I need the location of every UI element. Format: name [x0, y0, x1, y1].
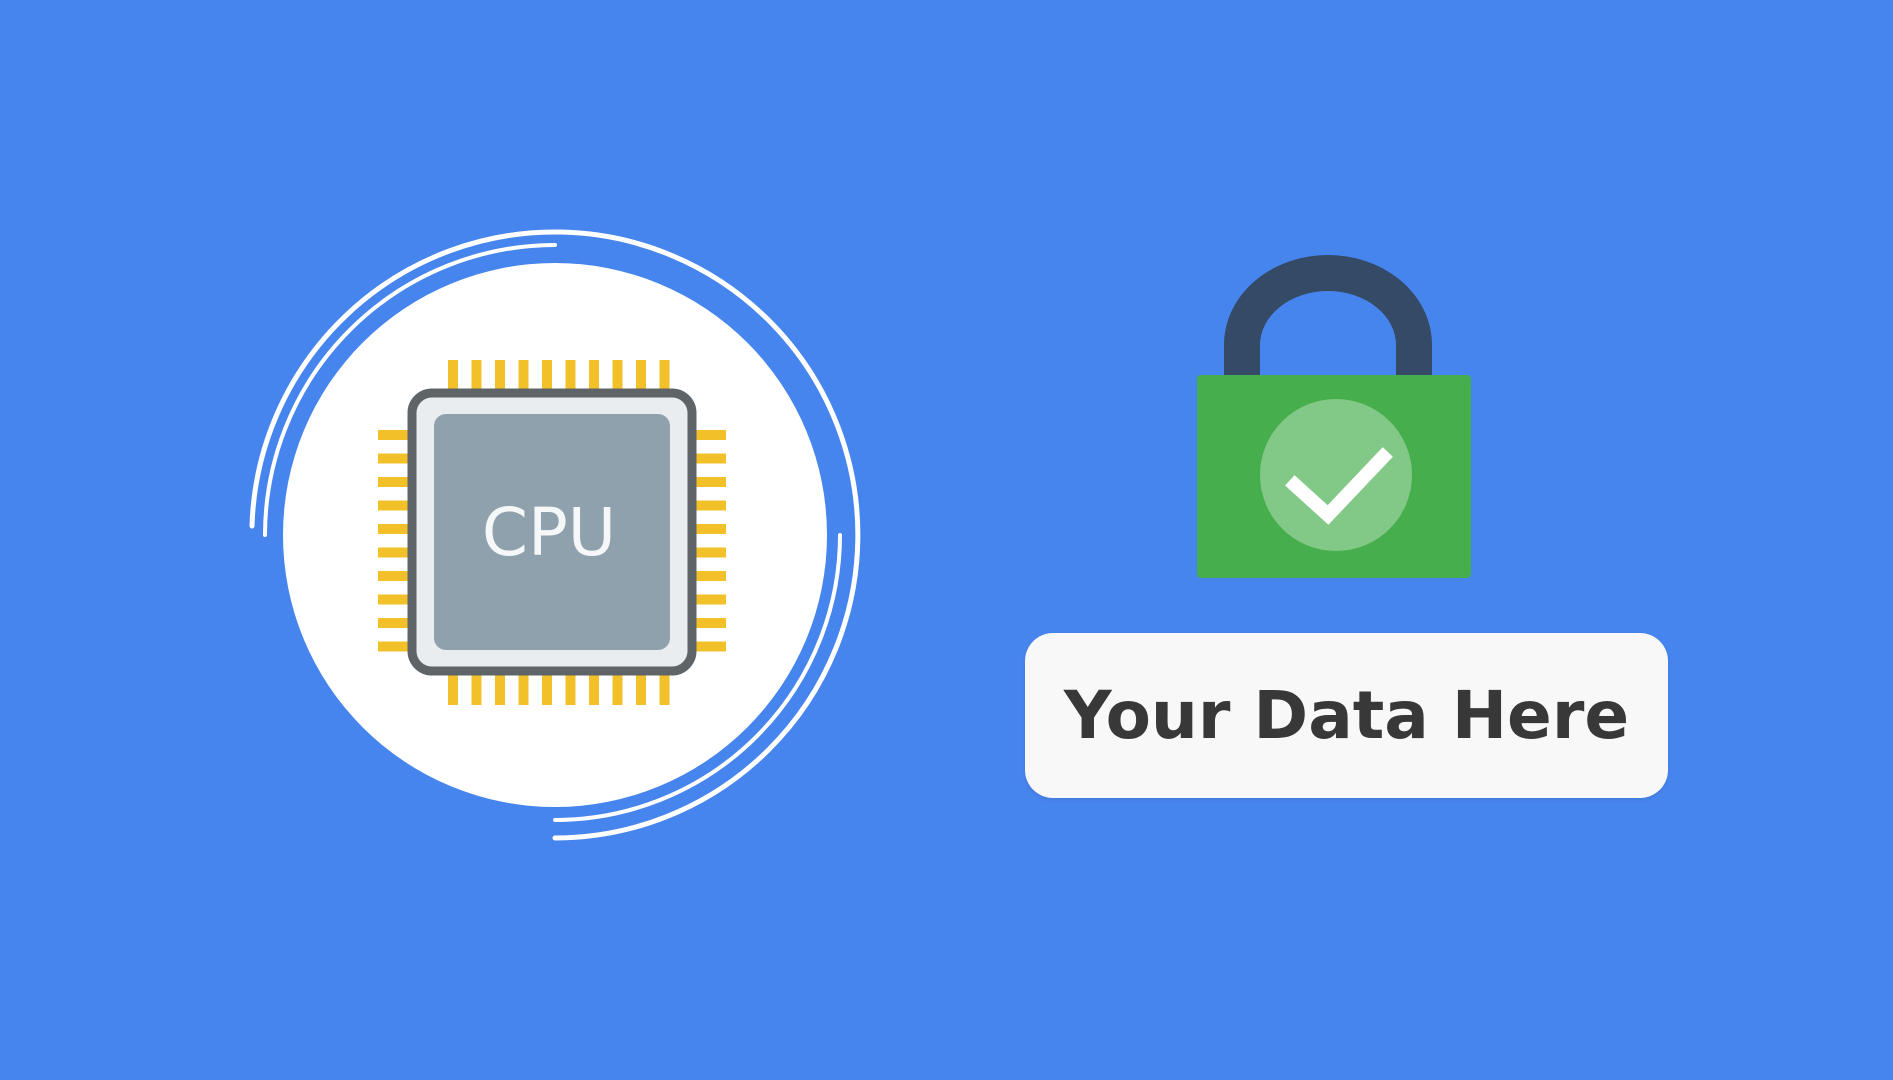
- cpu-pin-bottom: [495, 671, 505, 705]
- cpu-pin-left: [378, 477, 412, 487]
- cpu-pin-left: [378, 547, 412, 558]
- cpu-pin-right: [692, 571, 726, 581]
- padlock-icon: [1197, 255, 1471, 578]
- cpu-pin-bottom: [518, 671, 529, 705]
- cpu-pin-left: [378, 430, 412, 440]
- cpu-pin-left: [378, 524, 412, 534]
- cpu-chip-icon: CPU: [407, 388, 697, 676]
- cpu-pin-bottom: [636, 671, 646, 705]
- cpu-pin-bottom: [659, 671, 670, 705]
- cpu-pin-left: [378, 594, 412, 605]
- cpu-pin-right: [692, 594, 726, 605]
- data-label-box: Your Data Here: [1025, 633, 1668, 798]
- cpu-pin-bottom: [565, 671, 576, 705]
- cpu-pin-right: [692, 500, 726, 511]
- cpu-pin-right: [692, 524, 726, 534]
- cpu-pin-bottom: [471, 671, 482, 705]
- scene: CPU Your Data Here: [0, 0, 1893, 1080]
- cpu-pin-bottom: [542, 671, 552, 705]
- cpu-pin-bottom: [448, 671, 458, 705]
- lock-shackle: [1224, 255, 1432, 380]
- cpu-pin-right: [692, 618, 726, 628]
- cpu-pin-left: [378, 641, 412, 652]
- cpu-pin-right: [692, 453, 726, 464]
- cpu-pin-left: [378, 453, 412, 464]
- cpu-pin-left: [378, 500, 412, 511]
- cpu-illustration: CPU: [249, 229, 861, 841]
- cpu-pin-right: [692, 477, 726, 487]
- cpu-pin-bottom: [589, 671, 599, 705]
- cpu-pin-bottom: [612, 671, 623, 705]
- cpu-pin-left: [378, 618, 412, 628]
- data-label-text: Your Data Here: [1063, 677, 1630, 754]
- cpu-pin-right: [692, 430, 726, 440]
- check-badge: [1260, 399, 1412, 551]
- cpu-pin-right: [692, 547, 726, 558]
- cpu-label: CPU: [482, 494, 616, 571]
- cpu-pin-left: [378, 571, 412, 581]
- cpu-pin-right: [692, 641, 726, 652]
